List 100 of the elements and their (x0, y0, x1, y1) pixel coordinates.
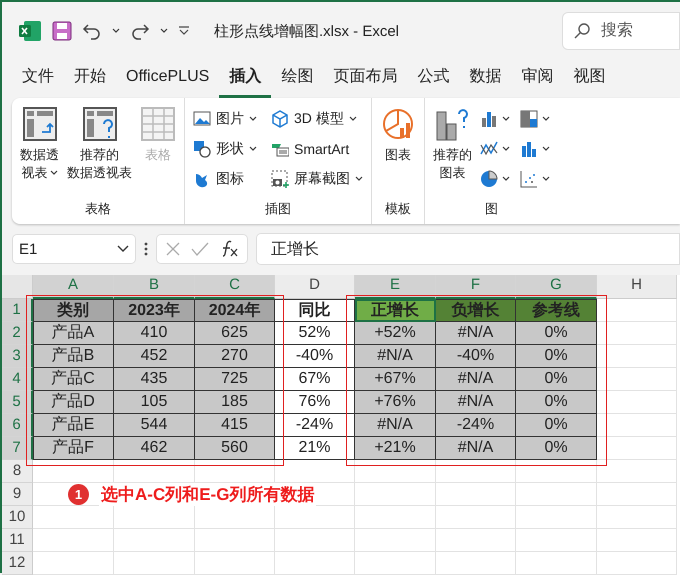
column-header[interactable]: C (195, 275, 275, 299)
excel-logo-icon[interactable] (18, 19, 42, 43)
caret-icon[interactable] (542, 116, 550, 122)
ribbon-button[interactable]: 推荐的 图表 (431, 102, 474, 200)
row-header[interactable]: 12 (2, 552, 33, 575)
chart-question-icon (434, 106, 470, 142)
pivot-table-question-icon (82, 106, 118, 142)
caret-icon[interactable] (542, 176, 550, 182)
table-cell: 560 (195, 437, 275, 460)
table-cell: 462 (114, 437, 195, 460)
row-header[interactable]: 4 (2, 368, 33, 391)
ribbon-button[interactable]: 数据透 视表 (18, 102, 61, 200)
caret-icon[interactable] (249, 116, 257, 122)
table-cell: 产品B (33, 345, 114, 368)
ribbon-button[interactable]: 图片 (191, 104, 259, 134)
search-field[interactable]: 搜索 (562, 12, 680, 50)
picture-icon (193, 110, 211, 128)
table-cell: 0% (516, 414, 597, 437)
caret-icon[interactable] (355, 176, 363, 182)
shape-icon (193, 140, 211, 158)
ribbon-button[interactable]: 图表 (378, 102, 418, 200)
cube-icon (271, 110, 289, 128)
screenshot-icon (271, 170, 289, 188)
caret-icon[interactable] (249, 146, 257, 152)
table-cell: 67% (275, 368, 355, 391)
table-cell: #N/A (436, 368, 516, 391)
table-cell: 452 (114, 345, 195, 368)
caret-icon[interactable] (542, 146, 550, 152)
row-header[interactable]: 5 (2, 391, 33, 414)
ribbon-button[interactable]: 3D 模型 (269, 104, 365, 134)
formula-text: 正增长 (271, 240, 319, 260)
row-header[interactable]: 9 (2, 483, 33, 506)
menu-tab[interactable]: 绘图 (271, 60, 324, 98)
formula-field[interactable]: 正增长 (256, 233, 680, 265)
menu-tab[interactable]: 文件 (12, 60, 64, 98)
table-cell: 负增长 (436, 299, 516, 322)
caret-icon[interactable] (160, 28, 168, 34)
ribbon-button[interactable]: 图标 (191, 164, 259, 194)
table-grid-icon (140, 106, 176, 142)
table-cell: 544 (114, 414, 195, 437)
table-cell: #N/A (436, 391, 516, 414)
table-cell: +67% (355, 368, 436, 391)
search-input[interactable]: 搜索 (599, 21, 673, 41)
column-header[interactable]: A (33, 275, 114, 299)
table-cell: #N/A (436, 322, 516, 345)
pie-chart-icon (380, 106, 416, 142)
save-icon[interactable] (52, 21, 72, 41)
ribbon-button[interactable]: 推荐的 数据透视表 (65, 102, 134, 200)
ribbon-button[interactable]: SmartArt (269, 134, 365, 164)
ribbon-button[interactable]: 形状 (191, 134, 259, 164)
table-cell: 0% (516, 391, 597, 414)
column-header[interactable]: B (114, 275, 195, 299)
customize-toolbar-icon[interactable] (178, 26, 190, 36)
dropdown-caret-icon[interactable] (117, 245, 129, 253)
caret-icon[interactable] (502, 116, 510, 122)
column-header[interactable]: D (275, 275, 355, 299)
row-header[interactable]: 8 (2, 460, 33, 483)
row-header[interactable]: 2 (2, 322, 33, 345)
ribbon-group-label: 插图 (264, 200, 292, 218)
ribbon-button[interactable]: 屏幕截图 (269, 164, 365, 194)
table-cell: +52% (355, 322, 436, 345)
table-cell: #N/A (355, 345, 436, 368)
row-header[interactable]: 7 (2, 437, 33, 460)
caret-icon[interactable] (502, 176, 510, 182)
table-cell: 625 (195, 322, 275, 345)
table-cell: 725 (195, 368, 275, 391)
column-header[interactable]: E (355, 275, 436, 299)
menu-tab[interactable]: 开始 (64, 60, 116, 98)
menu-tab[interactable]: 审阅 (511, 60, 564, 98)
caret-icon[interactable] (348, 116, 357, 122)
menu-tab[interactable]: 公式 (407, 60, 460, 98)
more-options-icon[interactable] (144, 241, 148, 257)
table-cell: 410 (114, 322, 195, 345)
row-header[interactable]: 10 (2, 506, 33, 529)
menu-tab[interactable]: 数据 (459, 60, 512, 98)
pie-chart-icon (480, 170, 498, 188)
table-cell: 185 (195, 391, 275, 414)
row-header[interactable]: 11 (2, 529, 33, 552)
table-cell: 参考线 (516, 299, 597, 322)
row-header[interactable]: 3 (2, 345, 33, 368)
menu-tab[interactable]: 页面布局 (323, 60, 408, 98)
table-cell: 同比 (275, 299, 355, 322)
table-cell: 270 (195, 345, 275, 368)
enter-check-icon[interactable] (191, 241, 209, 257)
caret-icon[interactable] (50, 170, 58, 176)
row-header[interactable]: 6 (2, 414, 33, 437)
caret-icon[interactable] (112, 28, 120, 34)
table-cell: 产品A (33, 322, 114, 345)
name-box[interactable]: E1 (12, 234, 136, 264)
menu-tab[interactable]: 视图 (563, 60, 616, 98)
search-icon (573, 22, 591, 40)
caret-icon[interactable] (502, 146, 510, 152)
ribbon-group-label: 图 (484, 200, 499, 218)
column-header[interactable]: H (597, 275, 677, 299)
table-cell: #N/A (355, 414, 436, 437)
column-header[interactable]: F (436, 275, 516, 299)
row-header[interactable]: 1 (2, 299, 33, 322)
column-header[interactable]: G (516, 275, 597, 299)
menu-tab[interactable]: OfficePLUS (116, 62, 220, 96)
table-cell: 2024年 (195, 299, 275, 322)
